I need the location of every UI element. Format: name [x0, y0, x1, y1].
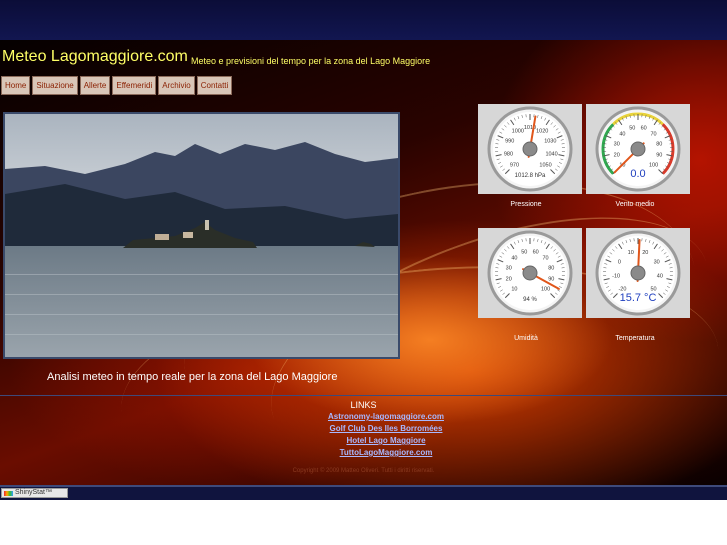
humidity-gauge: 10 20 30 40 50 60 70 80 90 100 94 %: [478, 228, 582, 318]
gauge-scale-label: 30: [614, 141, 620, 147]
humidity-label: Umidità: [514, 335, 538, 342]
gauge-scale-label: 990: [505, 139, 514, 145]
nav-archivio[interactable]: Archivio: [158, 76, 195, 95]
gauge-scale-label: -10: [612, 273, 620, 279]
gauge-scale-label: 30: [654, 259, 660, 265]
gauge-scale-label: 20: [506, 277, 512, 283]
gauge-scale-label: 20: [614, 153, 620, 159]
gauge-readout: 0.0: [630, 168, 645, 180]
photo-caption: Analisi meteo in tempo reale per la zona…: [47, 371, 338, 383]
main-nav: Home Situazione Allerte Effemeridi Archi…: [1, 76, 233, 95]
wind-label: Vento medio: [615, 201, 655, 208]
gauge-dial: -20-10010 2030405015.7 °C: [595, 230, 681, 316]
gauge-scale-label: 1030: [544, 139, 556, 145]
gauge-dial: 9709809901000101010201030104010501012.8 …: [487, 106, 573, 192]
gauge-scale-label: 100: [541, 287, 550, 293]
gauge-scale-label: 50: [629, 126, 635, 132]
link-astronomy[interactable]: Astronomy-lagomaggiore.com: [0, 412, 727, 421]
gauge-scale-label: 100: [649, 163, 658, 169]
gauge-scale-label: 40: [657, 273, 663, 279]
gauge-scale-label: 40: [511, 255, 517, 261]
gauge-readout: 15.7 °C: [620, 292, 657, 304]
gauge-scale-label: 30: [506, 265, 512, 271]
links-title: LINKS: [350, 400, 377, 410]
gauge-scale-label: 40: [619, 131, 625, 137]
top-banner: [0, 0, 727, 40]
temperature-gauge: -20 -10 0 10 20 30 40 50 15.7 °C: [586, 228, 690, 318]
gauge-scale-label: 80: [548, 265, 554, 271]
gauge-scale-label: 70: [650, 131, 656, 137]
gauge-readout: 94 %: [523, 297, 537, 303]
nav-effemeridi[interactable]: Effemeridi: [112, 76, 157, 95]
gauge-scale-label: 60: [641, 126, 647, 132]
gauge-scale-label: 1050: [539, 163, 551, 169]
page-background: Meteo Lagomaggiore.com Meteo e prevision…: [0, 40, 727, 487]
gauge-dial: 1020304050607080901000.0: [595, 106, 681, 192]
gauge-scale-label: 10: [628, 250, 634, 256]
pressure-label: Pressione: [510, 201, 542, 208]
gauge-scale-label: 20: [642, 250, 648, 256]
gauge-hub: [522, 141, 538, 157]
gauge-hub: [522, 265, 538, 281]
shinystat-badge[interactable]: ShinyStat™: [1, 488, 68, 498]
lake-photo: [3, 112, 400, 359]
bottom-banner: ShinyStat™: [0, 487, 727, 500]
nav-contatti[interactable]: Contatti: [196, 76, 233, 95]
link-tuttolagomaggiore[interactable]: TuttoLagoMaggiore.com: [0, 448, 727, 457]
gauge-scale-label: 1020: [536, 129, 548, 135]
gauge-scale-label: 90: [656, 153, 662, 159]
gauge-scale-label: 50: [521, 250, 527, 256]
pressure-gauge: 970 980 990 1000 1010 1020 1030 1040 1050 1012.8 …: [478, 104, 582, 194]
gauge-scale-label: 60: [533, 250, 539, 256]
gauge-scale-label: 80: [656, 141, 662, 147]
gauge-hub: [630, 265, 646, 281]
shinystat-label: ShinyStat™: [15, 489, 52, 496]
gauge-scale-label: 1000: [512, 129, 524, 135]
shinystat-logo-icon: [4, 491, 13, 496]
site-tagline: Meteo e previsioni del tempo per la zona…: [191, 56, 431, 66]
copyright-notice: Copyright © 2009 Matteo Oliveri. Tutti i…: [292, 468, 435, 474]
gauge-scale-label: 980: [504, 151, 513, 157]
gauge-dial: 10 20 30 40 50 607080 90 100 94 %: [487, 230, 573, 316]
nav-home[interactable]: Home: [1, 76, 31, 95]
gauge-scale-label: 0: [618, 259, 621, 265]
gauge-scale-label: 10: [511, 287, 517, 293]
gauge-scale-label: 70: [542, 255, 548, 261]
nav-allerte[interactable]: Allerte: [79, 76, 111, 95]
link-hotel[interactable]: Hotel Lago Maggiore: [0, 436, 727, 445]
links-section: LINKS Astronomy-lagomaggiore.com Golf Cl…: [0, 395, 727, 487]
nav-situazione[interactable]: Situazione: [32, 76, 78, 95]
gauge-readout: 1012.8 hPa: [515, 173, 546, 179]
link-golf-club[interactable]: Golf Club Des Iles Borromées: [0, 424, 727, 433]
gauge-scale-label: 1040: [545, 151, 557, 157]
gauge-hub: [630, 141, 646, 157]
site-title[interactable]: Meteo Lagomaggiore.com: [2, 48, 188, 66]
gauge-scale-label: 970: [510, 163, 519, 169]
wind-gauge: 1020304050607080901000.0: [586, 104, 690, 194]
gauge-scale-label: 90: [548, 277, 554, 283]
temperature-label: Temperatura: [615, 335, 655, 342]
